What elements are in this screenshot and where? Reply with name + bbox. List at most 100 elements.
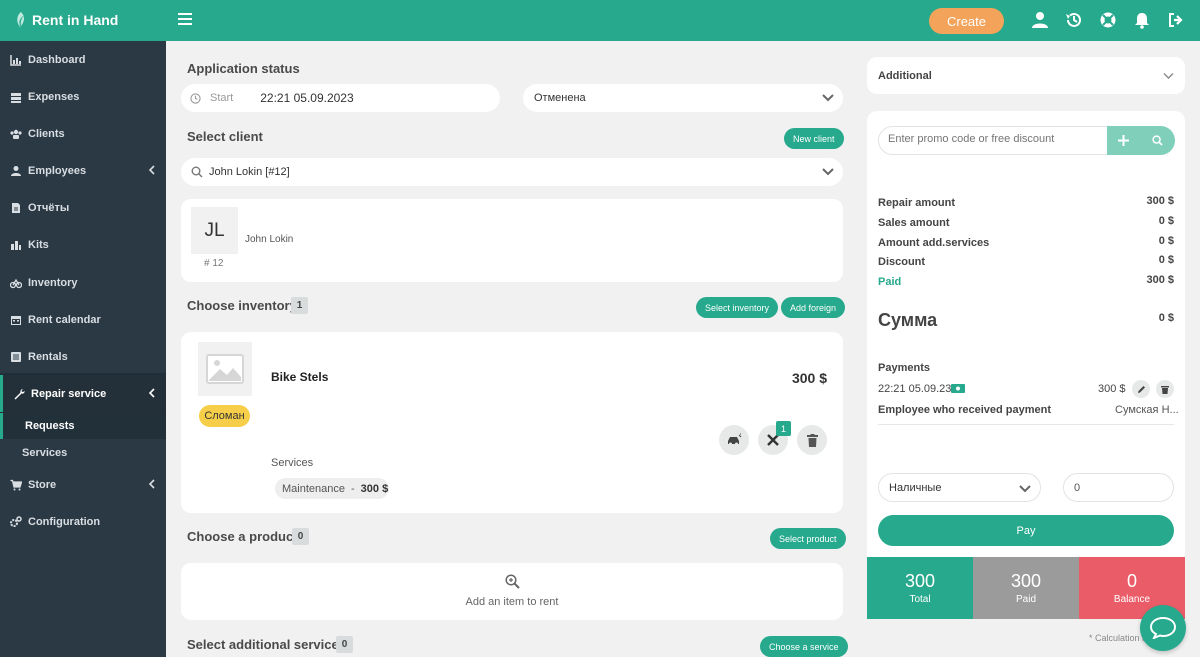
swap-item-button[interactable] xyxy=(719,425,749,455)
history-icon[interactable] xyxy=(1065,11,1083,29)
delete-item-button[interactable] xyxy=(797,425,827,455)
select-product-button[interactable]: Select product xyxy=(770,528,846,549)
create-button[interactable]: Create xyxy=(929,8,1004,34)
paid-cell: 300 Paid xyxy=(973,557,1079,619)
start-date-field[interactable]: Start 22:21 05.09.2023 xyxy=(181,84,500,112)
chevron-left-icon xyxy=(148,165,155,175)
add-foreign-button[interactable]: Add foreign xyxy=(781,297,846,318)
sidebar-item-rent-calendar[interactable]: Rent calendar xyxy=(0,301,166,338)
select-client-title: Select client xyxy=(187,129,263,144)
choose-service-button[interactable]: Choose a service xyxy=(760,636,848,657)
payment-amount-field[interactable]: 0 xyxy=(1063,473,1174,502)
hamburger-icon[interactable] xyxy=(178,13,192,27)
pencil-icon xyxy=(1137,385,1145,393)
chat-button[interactable] xyxy=(1140,605,1186,651)
sidebar-item-employees[interactable]: Employees xyxy=(0,152,166,189)
sidebar-item-label: Services xyxy=(22,447,68,459)
cash-icon xyxy=(951,384,965,393)
payment-method-select[interactable]: Наличные xyxy=(878,473,1041,502)
promo-input[interactable] xyxy=(888,133,1103,145)
delete-payment-button[interactable] xyxy=(1156,380,1174,398)
discount-value: 0 $ xyxy=(1158,254,1174,266)
product-empty-card: Add an item to rent xyxy=(181,563,843,620)
brand-logo[interactable]: Rent in Hand xyxy=(14,11,118,29)
total-value: 300 xyxy=(904,571,936,591)
logout-icon[interactable] xyxy=(1167,11,1185,29)
employee-label: Employee who received payment xyxy=(878,404,1052,416)
item-price: 300 $ xyxy=(791,370,827,386)
client-search-value: John Lokin [#12] xyxy=(209,166,290,178)
chart-icon xyxy=(10,54,21,66)
sidebar-item-label: Configuration xyxy=(28,515,101,528)
item-image-placeholder xyxy=(198,342,252,396)
sidebar-subitem-requests[interactable]: Requests xyxy=(0,413,166,439)
calendar-icon xyxy=(11,315,21,325)
user-icon[interactable] xyxy=(1031,11,1049,29)
promo-search-button[interactable] xyxy=(1140,126,1175,155)
sidebar-subitem-services[interactable]: Services xyxy=(0,440,166,466)
inventory-item-card: Сломан Bike Stels 300 $ 1 Services Maint… xyxy=(181,332,843,513)
service-price: 300 $ xyxy=(360,482,389,495)
additional-panel[interactable]: Additional xyxy=(867,57,1185,94)
edit-payment-button[interactable] xyxy=(1132,380,1150,398)
sidebar-item-reports[interactable]: Отчёты xyxy=(0,189,166,226)
product-count-badge: 0 xyxy=(292,528,309,545)
sidebar-item-label: Requests xyxy=(25,420,75,432)
payment-amount: 300 $ xyxy=(1098,383,1126,395)
new-client-button[interactable]: New client xyxy=(784,128,844,149)
paid-label: Paid xyxy=(878,276,902,288)
paid-total-value: 300 xyxy=(1010,571,1042,591)
payments-title: Payments xyxy=(878,362,930,374)
top-bar: Rent in Hand Create xyxy=(0,0,1200,41)
chevron-down-icon xyxy=(1019,485,1031,493)
leaf-logo-icon xyxy=(17,12,25,28)
sidebar-item-kits[interactable]: Kits xyxy=(0,226,166,263)
select-inventory-button[interactable]: Select inventory xyxy=(696,297,779,318)
add-services-amount-label: Amount add.services xyxy=(878,237,990,249)
payment-amount-input[interactable]: 0 xyxy=(1074,482,1080,494)
sidebar-item-label: Inventory xyxy=(28,276,78,289)
sum-value: 0 $ xyxy=(1158,312,1174,324)
paid-total-label: Paid xyxy=(1015,594,1036,605)
trash-icon xyxy=(806,433,818,447)
sidebar-item-repair-service[interactable]: Repair service xyxy=(0,375,166,412)
sidebar-item-rentals[interactable]: Rentals xyxy=(0,338,166,375)
sidebar-item-configuration[interactable]: Configuration xyxy=(0,503,166,540)
avatar: JL xyxy=(191,207,238,254)
add-services-amount-value: 0 $ xyxy=(1158,235,1174,247)
balance-value: 0 xyxy=(1126,571,1137,591)
client-name[interactable]: John Lokin xyxy=(245,234,293,245)
chat-bubble-icon xyxy=(1150,617,1176,639)
status-select[interactable]: Отменена xyxy=(523,84,843,112)
chevron-down-icon xyxy=(822,94,834,102)
lifebuoy-icon[interactable] xyxy=(1099,11,1117,29)
additional-title: Additional xyxy=(878,70,932,82)
services-label: Services xyxy=(271,457,314,469)
sidebar-item-label: Employees xyxy=(28,164,87,177)
sidebar-item-expenses[interactable]: Expenses xyxy=(0,78,166,115)
application-status-title: Application status xyxy=(187,61,300,76)
chevron-left-icon xyxy=(148,388,155,398)
item-name[interactable]: Bike Stels xyxy=(271,370,328,384)
image-placeholder-icon xyxy=(206,354,244,384)
sidebar-item-inventory[interactable]: Inventory xyxy=(0,264,166,301)
choose-product-title: Choose a product xyxy=(187,529,298,544)
service-chip[interactable]: Maintenance - 300 $ xyxy=(275,478,389,499)
sidebar-item-store[interactable]: Store xyxy=(0,466,166,503)
total-label: Total xyxy=(909,594,931,605)
sidebar-item-label: Rent calendar xyxy=(28,313,101,326)
trash-icon xyxy=(1161,385,1169,394)
list-icon xyxy=(11,351,21,362)
promo-input-wrapper xyxy=(878,126,1175,155)
services-count-badge: 0 xyxy=(336,636,353,653)
calculation-footnote: * Calculation i xyxy=(1089,633,1145,643)
users-icon xyxy=(10,129,22,139)
bell-icon[interactable] xyxy=(1133,11,1151,29)
client-search-select[interactable]: John Lokin [#12] xyxy=(181,158,843,186)
promo-add-button[interactable] xyxy=(1107,126,1140,155)
brand-name: Rent in Hand xyxy=(32,12,119,28)
sales-amount-value: 0 $ xyxy=(1158,215,1174,227)
pay-button[interactable]: Pay xyxy=(878,515,1174,546)
sidebar-item-clients[interactable]: Clients xyxy=(0,115,166,152)
sidebar-item-dashboard[interactable]: Dashboard xyxy=(0,41,166,78)
